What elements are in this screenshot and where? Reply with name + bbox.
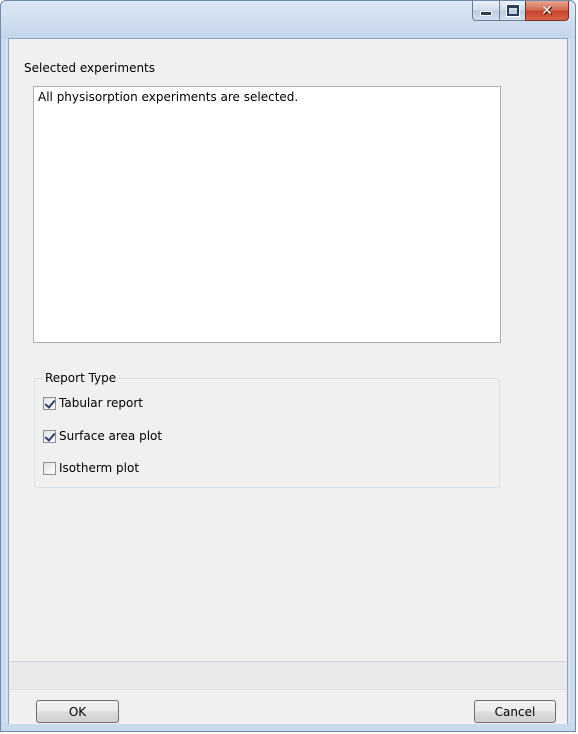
tabular-report-label[interactable]: Tabular report [59, 396, 143, 410]
minimize-icon [480, 11, 492, 16]
caption-buttons: ✕ [472, 1, 569, 21]
selected-experiments-text: All physisorption experiments are select… [38, 90, 299, 104]
ok-button[interactable]: OK [36, 700, 119, 723]
minimize-button[interactable] [472, 1, 499, 21]
isotherm-plot-option[interactable]: Isotherm plot [43, 461, 139, 475]
frame-bottom [1, 723, 575, 731]
surface-area-plot-checkbox[interactable] [43, 429, 56, 443]
maximize-button[interactable] [499, 1, 525, 21]
tabular-report-option[interactable]: Tabular report [43, 396, 143, 410]
cancel-button[interactable]: Cancel [474, 700, 556, 723]
maximize-icon [505, 4, 520, 17]
selected-experiments-textbox[interactable]: All physisorption experiments are select… [33, 86, 501, 343]
report-type-legend: Report Type [43, 371, 119, 385]
title-bar[interactable]: ✕ [1, 1, 575, 39]
isotherm-plot-label[interactable]: Isotherm plot [59, 461, 139, 475]
surface-area-plot-label[interactable]: Surface area plot [59, 429, 162, 443]
status-strip [9, 661, 567, 690]
tabular-report-checkbox[interactable] [43, 396, 56, 410]
close-button[interactable]: ✕ [525, 1, 569, 21]
frame-right [567, 39, 575, 731]
isotherm-plot-checkbox[interactable] [43, 461, 56, 475]
selected-experiments-label: Selected experiments [24, 61, 156, 75]
close-icon: ✕ [541, 2, 553, 19]
surface-area-plot-option[interactable]: Surface area plot [43, 429, 162, 443]
